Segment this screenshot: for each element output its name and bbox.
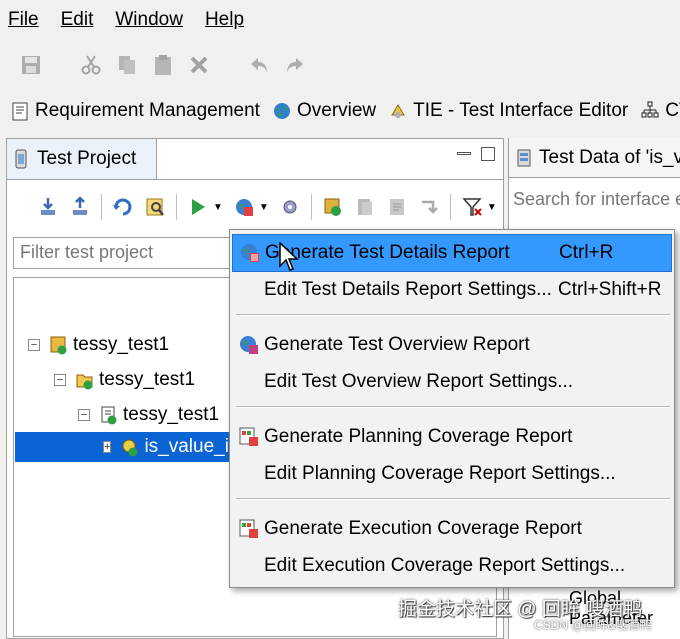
test-data-icon bbox=[515, 147, 533, 169]
menu-item-label: Generate Execution Coverage Report bbox=[264, 518, 582, 539]
perspective-label: TIE - Test Interface Editor bbox=[413, 100, 629, 121]
export-icon[interactable] bbox=[69, 196, 91, 218]
execution-coverage-icon bbox=[238, 518, 260, 540]
maximize-icon[interactable] bbox=[481, 147, 495, 161]
report-icon[interactable] bbox=[233, 196, 255, 218]
menu-bar: File Edit Window Help bbox=[0, 0, 680, 40]
module-icon[interactable] bbox=[322, 196, 344, 218]
perspective-label: Requirement Management bbox=[35, 100, 260, 121]
tree-node[interactable]: − tessy_test1 bbox=[28, 330, 169, 360]
disabled-icon-1[interactable] bbox=[354, 196, 376, 218]
test-object-icon bbox=[121, 437, 139, 457]
project-node-icon bbox=[50, 335, 68, 355]
globe-icon bbox=[272, 101, 292, 121]
expand-icon[interactable]: + bbox=[103, 441, 112, 453]
menu-item-label: Edit Test Overview Report Settings... bbox=[264, 371, 574, 392]
disabled-icon-2[interactable] bbox=[386, 196, 408, 218]
import-icon[interactable] bbox=[37, 196, 59, 218]
menu-item-label: Edit Planning Coverage Report Settings..… bbox=[264, 463, 616, 484]
menu-item-edit-test-overview-settings[interactable]: Edit Test Overview Report Settings... bbox=[232, 363, 672, 401]
tree-node-selected[interactable]: + is_value_in_ bbox=[15, 432, 250, 462]
menu-item-generate-planning-coverage-report[interactable]: Generate Planning Coverage Report bbox=[232, 418, 672, 456]
disabled-icon-3[interactable] bbox=[418, 196, 440, 218]
menu-file[interactable]: File bbox=[6, 7, 41, 33]
collapse-icon[interactable]: − bbox=[28, 339, 40, 351]
menu-window-label: Window bbox=[115, 9, 183, 30]
test-project-icon bbox=[13, 148, 29, 170]
redo-icon[interactable] bbox=[284, 54, 306, 76]
tree-node-label: tessy_test1 bbox=[99, 369, 196, 390]
cte-icon bbox=[640, 101, 660, 121]
menu-help[interactable]: Help bbox=[203, 7, 246, 33]
menu-item-shortcut: Ctrl+Shift+R bbox=[558, 279, 662, 300]
tools-icon[interactable] bbox=[279, 196, 301, 218]
menu-item-generate-execution-coverage-report[interactable]: Generate Execution Coverage Report bbox=[232, 510, 672, 548]
menu-item-shortcut: Ctrl+R bbox=[559, 242, 614, 263]
perspective-overview[interactable]: Overview bbox=[272, 100, 376, 122]
tree-node[interactable]: − tessy_test1 bbox=[54, 365, 195, 395]
cut-icon[interactable] bbox=[80, 54, 102, 76]
paste-icon[interactable] bbox=[152, 54, 174, 76]
tree-node-label: tessy_test1 bbox=[123, 404, 220, 425]
collapse-icon[interactable]: − bbox=[78, 409, 90, 421]
undo-icon[interactable] bbox=[248, 54, 270, 76]
mouse-cursor-icon bbox=[279, 242, 299, 271]
menu-file-label: File bbox=[8, 9, 39, 30]
folder-node-icon bbox=[76, 370, 94, 390]
filter-input[interactable]: Filter test project bbox=[13, 237, 245, 269]
save-icon[interactable] bbox=[20, 54, 42, 76]
menu-item-edit-test-details-settings[interactable]: Edit Test Details Report Settings... Ctr… bbox=[232, 271, 672, 309]
chevron-down-icon[interactable]: ▼ bbox=[213, 202, 223, 213]
interface-search-input[interactable]: Search for interface elem bbox=[513, 186, 680, 216]
menu-item-label: Generate Test Overview Report bbox=[264, 334, 530, 355]
perspective-tie[interactable]: TIE - Test Interface Editor bbox=[388, 100, 628, 122]
view-toolbar: ▼ ▼ ▼ bbox=[37, 189, 497, 225]
tie-icon bbox=[388, 101, 408, 121]
tab-label: Test Data of 'is_value bbox=[539, 146, 680, 168]
perspective-bar: Requirement Management Overview TIE - Te… bbox=[0, 92, 680, 130]
copy-icon[interactable] bbox=[116, 54, 138, 76]
perspective-label: CTE - Classifica bbox=[665, 100, 680, 121]
perspective-label: Overview bbox=[296, 100, 377, 121]
menu-edit[interactable]: Edit bbox=[59, 7, 96, 33]
requirement-icon bbox=[10, 101, 30, 121]
minimize-icon[interactable] bbox=[457, 152, 471, 155]
menu-item-label: Generate Test Details Report bbox=[265, 242, 510, 263]
report-icon bbox=[239, 242, 261, 264]
perspective-cte[interactable]: CTE - Classifica bbox=[640, 100, 680, 122]
menu-item-label: Edit Execution Coverage Report Settings.… bbox=[264, 555, 626, 576]
menu-edit-label: Edit bbox=[60, 9, 94, 30]
tab-label: Test Project bbox=[37, 148, 137, 169]
menu-help-label: Help bbox=[204, 9, 245, 30]
menu-window[interactable]: Window bbox=[113, 7, 185, 33]
delete-icon[interactable] bbox=[188, 54, 210, 76]
menu-item-label: Generate Planning Coverage Report bbox=[264, 426, 573, 447]
module-node-icon bbox=[100, 405, 118, 425]
menu-item-generate-test-overview-report[interactable]: Generate Test Overview Report bbox=[232, 326, 672, 364]
view-controls bbox=[457, 147, 495, 161]
menu-item-edit-execution-coverage-settings[interactable]: Edit Execution Coverage Report Settings.… bbox=[232, 547, 672, 585]
chevron-down-icon[interactable]: ▼ bbox=[487, 202, 497, 213]
report-context-menu: Generate Test Details Report Ctrl+R Edit… bbox=[229, 229, 675, 588]
menu-item-label: Edit Test Details Report Settings... bbox=[264, 279, 552, 300]
tree-node[interactable]: − tessy_test1 bbox=[78, 400, 219, 430]
chevron-down-icon[interactable]: ▼ bbox=[259, 202, 269, 213]
filter-icon[interactable] bbox=[461, 196, 483, 218]
tree-node-label: tessy_test1 bbox=[73, 334, 170, 355]
watermark-subtext: CSDN @回眸&嗖酒鸭 bbox=[534, 618, 652, 632]
menu-item-edit-planning-coverage-settings[interactable]: Edit Planning Coverage Report Settings..… bbox=[232, 455, 672, 493]
execute-icon[interactable] bbox=[187, 196, 209, 218]
perspective-requirement-management[interactable]: Requirement Management bbox=[10, 100, 260, 122]
refresh-icon[interactable] bbox=[112, 196, 134, 218]
collapse-icon[interactable]: − bbox=[54, 374, 66, 386]
planning-coverage-icon bbox=[238, 426, 260, 448]
tab-test-data[interactable]: Test Data of 'is_value bbox=[509, 138, 680, 178]
main-toolbar bbox=[0, 40, 680, 90]
analyze-icon[interactable] bbox=[144, 196, 166, 218]
overview-report-icon bbox=[238, 334, 260, 356]
tab-test-project[interactable]: Test Project bbox=[7, 139, 157, 179]
